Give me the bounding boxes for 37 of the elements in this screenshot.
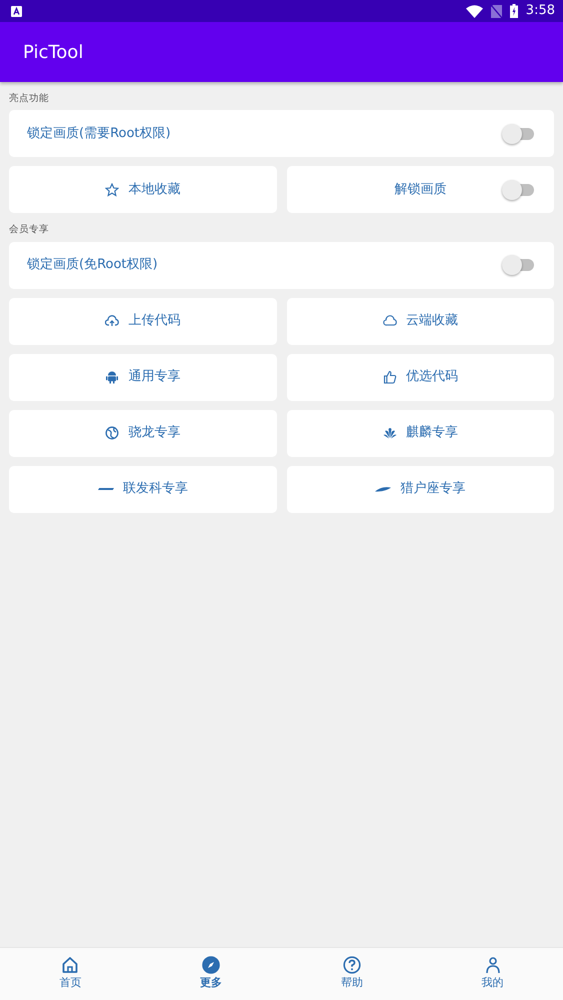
robot-icon — [105, 370, 120, 384]
setting-label: 解锁画质 — [394, 181, 446, 199]
oval-logo-icon — [375, 486, 392, 492]
flower-icon — [382, 426, 397, 440]
nav-tab[interactable]: 我的 — [422, 948, 563, 1000]
feature-button[interactable]: 优选代码 — [286, 354, 554, 400]
cloud-icon — [382, 314, 397, 328]
feature-button[interactable]: 本地收藏 — [9, 166, 276, 214]
cloud-upload-icon — [105, 314, 120, 328]
setting-label: 锁定画质(免Root权限) — [27, 256, 158, 274]
home-icon — [61, 956, 80, 974]
nav-tab[interactable]: 首页 — [0, 948, 141, 1000]
feature-button[interactable]: 猎户座专享 — [286, 466, 554, 512]
battery-icon — [510, 4, 518, 18]
nav-tab[interactable]: 帮助 — [282, 948, 422, 1000]
stripe-logo-icon — [98, 488, 114, 490]
setting-label: 锁定画质(需要Root权限) — [27, 125, 171, 143]
clock: 3:58 — [526, 2, 555, 20]
nav-tab[interactable]: 更多 — [140, 948, 282, 1000]
thumbs-up-icon — [382, 370, 397, 384]
swirl-icon — [105, 426, 120, 440]
feature-button[interactable]: 云端收藏 — [286, 298, 554, 344]
section-header: 会员专享 — [9, 224, 49, 236]
feature-button[interactable]: 麒麟专享 — [286, 410, 554, 456]
no-sim-icon — [490, 4, 502, 18]
help-icon — [342, 956, 361, 974]
app-title: PicTool — [23, 40, 84, 64]
notification-icon — [11, 6, 22, 16]
feature-button[interactable]: 骁龙专享 — [9, 410, 276, 456]
feature-button[interactable]: 联发科专享 — [9, 466, 276, 512]
compass-icon — [202, 956, 220, 974]
wifi-icon — [466, 4, 483, 18]
feature-button[interactable]: 通用专享 — [9, 354, 276, 400]
section-header: 亮点功能 — [9, 93, 49, 104]
person-icon — [484, 956, 502, 974]
feature-button[interactable]: 上传代码 — [9, 298, 276, 344]
star-icon — [105, 182, 120, 197]
